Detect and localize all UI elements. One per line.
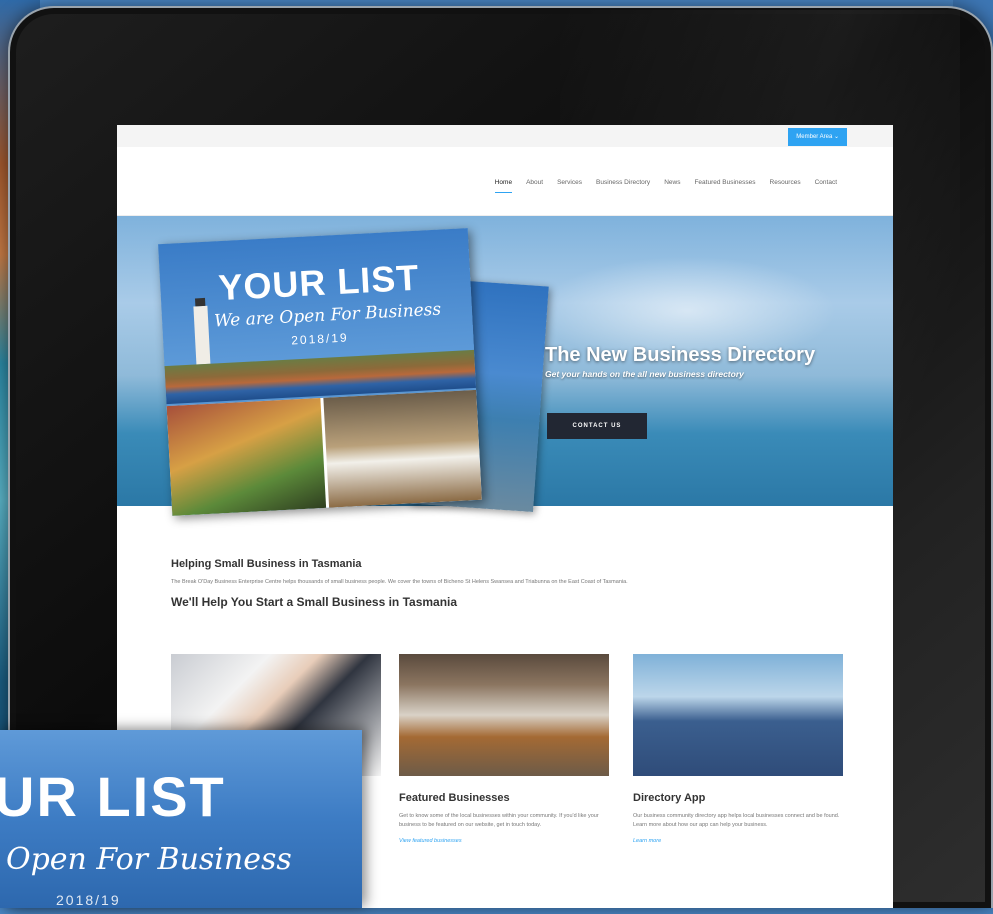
view-featured-businesses-link[interactable]: View featured businesses bbox=[399, 838, 609, 844]
hero-text: The New Business Directory Get your hand… bbox=[545, 344, 815, 379]
main-nav: Home About Services Business Directory N… bbox=[117, 147, 893, 216]
hero-banner: YOUR LIST We are Open For Business 2018/… bbox=[117, 216, 893, 516]
foreground-brochure: UR LIST Open For Business 2018/19 bbox=[0, 730, 362, 908]
shopkeeper-photo bbox=[322, 389, 482, 508]
hero-title: The New Business Directory bbox=[545, 344, 816, 366]
nav-resources[interactable]: Resources bbox=[770, 179, 801, 193]
nav-contact[interactable]: Contact bbox=[815, 179, 837, 193]
florist-photo bbox=[166, 398, 326, 516]
nav-business-directory[interactable]: Business Directory bbox=[596, 179, 650, 193]
shopkeeper-image bbox=[399, 654, 609, 776]
foreground-brochure-subtitle: Open For Business bbox=[6, 842, 292, 877]
top-bar: Member Area ⌄ bbox=[117, 125, 893, 147]
card-text: Our business community directory app hel… bbox=[633, 813, 840, 828]
nav-services[interactable]: Services bbox=[557, 179, 582, 193]
brochure-year: 2018/19 bbox=[290, 330, 349, 348]
lighthouse-image bbox=[193, 305, 211, 365]
card-featured-businesses[interactable]: Featured Businesses Get to know some of … bbox=[399, 654, 609, 844]
nav-news[interactable]: News bbox=[664, 179, 680, 193]
hero-subtitle: Get your hands on the all new business d… bbox=[545, 369, 744, 379]
member-area-button[interactable]: Member Area ⌄ bbox=[788, 128, 847, 146]
card-directory-app[interactable]: Directory App Our business community dir… bbox=[633, 654, 843, 844]
card-title: Directory App bbox=[633, 792, 706, 804]
intro-subheading: We'll Help You Start a Small Business in… bbox=[171, 595, 458, 609]
nav-home[interactable]: Home bbox=[494, 179, 513, 193]
nav-about[interactable]: About bbox=[526, 179, 543, 193]
learn-more-link[interactable]: Learn more bbox=[633, 838, 843, 844]
binoculars-image bbox=[633, 654, 843, 776]
brochure-image: YOUR LIST We are Open For Business 2018/… bbox=[158, 228, 482, 516]
foreground-brochure-title: UR LIST bbox=[0, 765, 226, 828]
card-title: Featured Businesses bbox=[399, 792, 510, 804]
intro-text: The Break O'Day Business Enterprise Cent… bbox=[171, 579, 628, 585]
contact-us-button[interactable]: CONTACT US bbox=[547, 413, 647, 439]
card-text: Get to know some of the local businesses… bbox=[399, 813, 599, 828]
intro-section: Helping Small Business in Tasmania The B… bbox=[117, 558, 893, 609]
intro-heading: Helping Small Business in Tasmania bbox=[171, 558, 362, 570]
foreground-brochure-year: 2018/19 bbox=[56, 892, 121, 908]
brochure-photo-strip bbox=[166, 389, 482, 516]
nav-featured-businesses[interactable]: Featured Businesses bbox=[694, 179, 755, 193]
